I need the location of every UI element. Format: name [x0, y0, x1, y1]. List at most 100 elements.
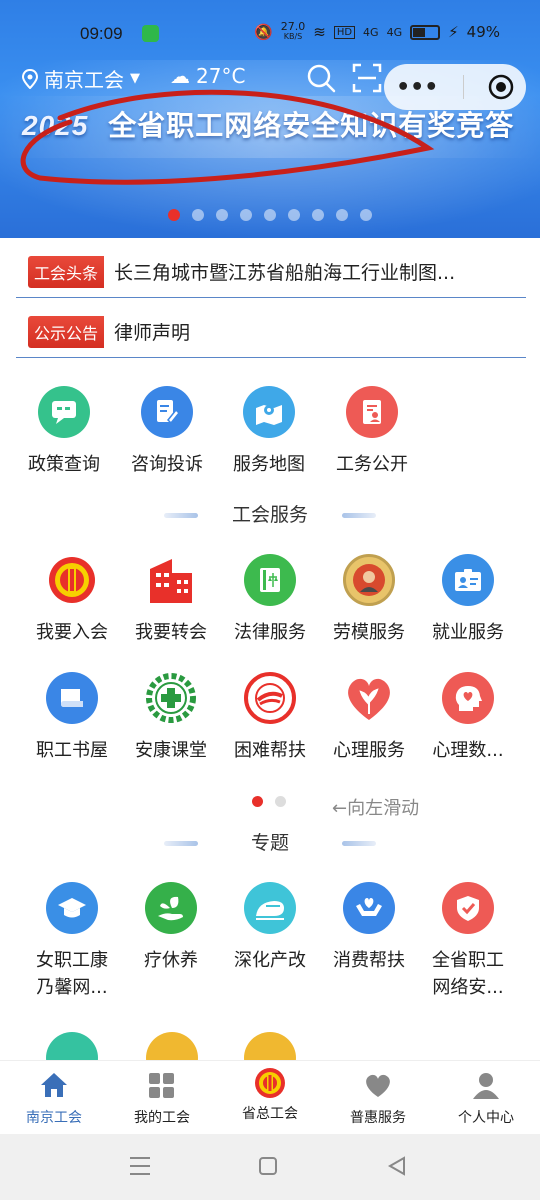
cloud-icon: ☁	[170, 64, 190, 88]
tab-provincial-union[interactable]: 省总工会	[216, 1061, 324, 1134]
tab-profile[interactable]: 个人中心	[432, 1061, 540, 1134]
news-text: 长三角城市暨江苏省船舶海工行业制图...	[114, 262, 456, 284]
banner-dot[interactable]	[192, 209, 204, 221]
quick-link-label: 政策查询	[28, 454, 100, 475]
graduation-cap-icon	[46, 882, 98, 934]
phone-call-icon	[142, 25, 159, 42]
heart-icon	[366, 1074, 390, 1097]
service-label: 我要入会	[36, 622, 108, 643]
location-label: 南京工会	[44, 68, 124, 92]
tab-label: 省总工会	[242, 1106, 298, 1122]
page-dot	[275, 796, 286, 807]
back-icon	[387, 1156, 405, 1176]
topic-label: 疗休养	[144, 950, 198, 971]
banner-dot[interactable]	[240, 209, 252, 221]
topic-consumption-aid[interactable]: 消费帮扶	[321, 882, 417, 974]
tab-benefit-services[interactable]: 普惠服务	[324, 1061, 432, 1134]
news-text: 律师声明	[114, 322, 191, 344]
close-target-icon[interactable]	[488, 74, 514, 100]
banner-dot[interactable]	[168, 209, 180, 221]
topic-label: 深化产改	[234, 950, 306, 971]
tab-label: 普惠服务	[350, 1110, 406, 1126]
news-headline-row[interactable]: 工会头条 长三角城市暨江苏省船舶海工行业制图...	[16, 246, 526, 298]
service-join-union[interactable]: 我要入会	[24, 554, 120, 646]
map-icon	[243, 386, 295, 438]
chat-doc-icon	[38, 386, 90, 438]
banner-indicator	[168, 209, 372, 221]
banner-dot[interactable]	[312, 209, 324, 221]
service-transfer-union[interactable]: 我要转会	[123, 554, 219, 646]
topic-label-line2: 网络安...	[432, 977, 504, 998]
mute-icon: 🔕	[254, 23, 273, 41]
help-seal-icon	[244, 672, 296, 724]
union-emblem-icon	[255, 1068, 285, 1098]
section-title-topics: 专题	[250, 832, 289, 854]
service-reading-room[interactable]: 职工书屋	[24, 672, 120, 764]
page-dot	[252, 796, 263, 807]
banner-dot[interactable]	[336, 209, 348, 221]
service-label: 就业服务	[432, 622, 504, 643]
service-label: 心理服务	[333, 740, 405, 761]
service-hardship-aid[interactable]: 困难帮扶	[222, 672, 318, 764]
tab-my-union[interactable]: 我的工会	[108, 1061, 216, 1134]
services-page-indicator	[252, 796, 286, 807]
news-notice-row[interactable]: 公示公告 律师声明	[16, 306, 526, 358]
banner-dot[interactable]	[360, 209, 372, 221]
union-emblem-icon	[46, 554, 98, 606]
service-legal[interactable]: 法律服务	[222, 554, 318, 646]
quick-link-label: 工务公开	[336, 454, 408, 475]
service-health-class[interactable]: 安康课堂	[123, 672, 219, 764]
quick-link-consult[interactable]: 咨询投诉	[119, 386, 215, 478]
quick-link-public[interactable]: 工务公开	[324, 386, 420, 478]
search-icon[interactable]	[306, 63, 336, 93]
chevron-down-icon: ▼	[130, 71, 140, 86]
service-employment[interactable]: 就业服务	[420, 554, 516, 646]
service-model-worker[interactable]: 劳模服务	[321, 554, 417, 646]
shield-check-icon	[442, 882, 494, 934]
service-label: 心理数...	[432, 740, 504, 761]
service-psych[interactable]: 心理服务	[321, 672, 417, 764]
train-icon	[244, 882, 296, 934]
quick-link-policy[interactable]: 政策查询	[16, 386, 112, 478]
topic-industry-reform[interactable]: 深化产改	[222, 882, 318, 974]
home-square-icon	[259, 1157, 277, 1175]
wifi-icon: ≋	[313, 23, 326, 41]
swipe-hint: ←向左滑动	[332, 798, 420, 819]
charging-icon: ⚡	[448, 23, 459, 41]
service-label: 我要转会	[135, 622, 207, 643]
section-title-union-services: 工会服务	[231, 504, 308, 526]
battery-percent: 49%	[466, 23, 500, 41]
banner-dot[interactable]	[288, 209, 300, 221]
topic-network-security[interactable]: 全省职工 网络安...	[420, 882, 516, 1002]
home-icon	[41, 1073, 67, 1097]
topic-label: 消费帮扶	[333, 950, 405, 971]
scan-icon[interactable]	[352, 63, 382, 93]
capsule-divider	[462, 75, 464, 99]
topic-recuperation[interactable]: 疗休养	[123, 882, 219, 974]
topic-label: 全省职工	[432, 950, 504, 971]
section-divider-right	[342, 841, 376, 846]
person-icon	[473, 1073, 499, 1099]
service-label: 劳模服务	[333, 622, 405, 643]
system-nav-buttons	[130, 1156, 405, 1176]
head-heart-icon	[442, 672, 494, 724]
banner-dot[interactable]	[264, 209, 276, 221]
banner-dot[interactable]	[216, 209, 228, 221]
tab-nanjing-union[interactable]: 南京工会	[0, 1061, 108, 1134]
bottom-tab-bar: 南京工会 我的工会 省总工会 普惠服务 个人中心	[0, 1060, 540, 1134]
quick-link-map[interactable]: 服务地图	[221, 386, 317, 478]
topic-label: 女职工康	[36, 950, 108, 971]
doc-person-icon	[346, 386, 398, 438]
news-tag: 公示公告	[28, 315, 105, 348]
topic-women-workers[interactable]: 女职工康 乃馨网...	[24, 882, 120, 1002]
location-selector[interactable]: 南京工会 ▼	[22, 64, 140, 93]
more-menu-icon[interactable]: •••	[396, 75, 438, 100]
hd-badge: HD	[333, 25, 356, 39]
news-tag: 工会头条	[28, 255, 105, 288]
leaf-hand-icon	[145, 882, 197, 934]
quick-link-label: 服务地图	[233, 454, 305, 475]
status-time: 09:09	[80, 24, 123, 43]
tab-label: 个人中心	[458, 1110, 514, 1126]
battery-icon	[410, 24, 441, 40]
service-psych-data[interactable]: 心理数...	[420, 672, 516, 764]
